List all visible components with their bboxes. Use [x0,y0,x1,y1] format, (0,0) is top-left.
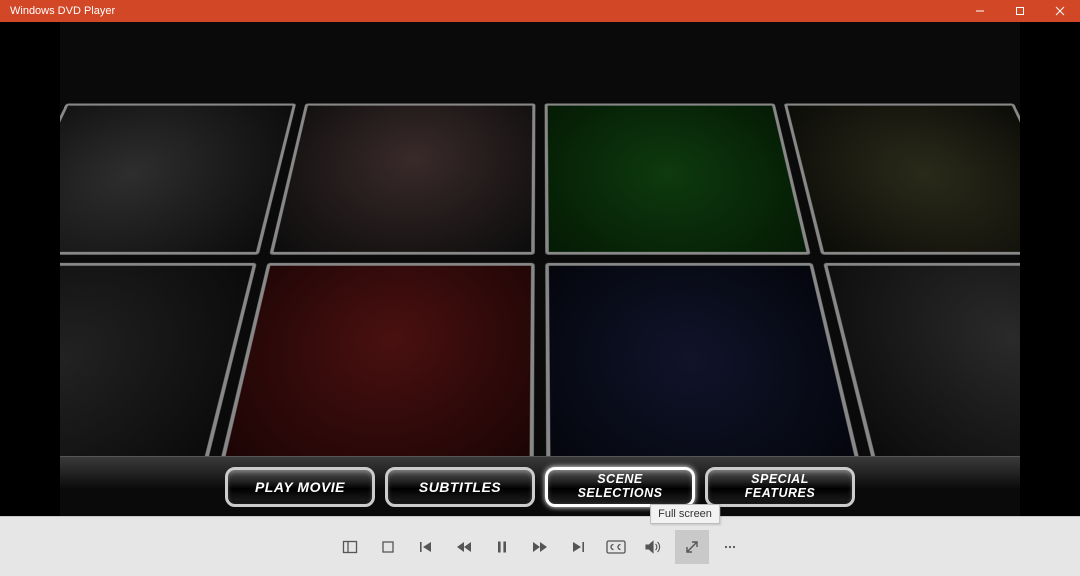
more-button[interactable] [713,530,747,564]
window-title: Windows DVD Player [10,5,960,17]
dvd-thumbnail [545,263,862,472]
fast-forward-button[interactable] [523,530,557,564]
video-area: PLAY MOVIE SUBTITLES SCENE SELECTIONS SP… [0,22,1080,516]
closed-captions-button[interactable] [599,530,633,564]
chapter-panel-button[interactable] [333,530,367,564]
player-controlbar: Full screen [0,516,1080,576]
volume-button[interactable] [637,530,671,564]
stop-button[interactable] [371,530,405,564]
dvd-thumbnail [218,263,535,472]
maximize-button[interactable] [1000,0,1040,22]
pause-button[interactable] [485,530,519,564]
rewind-button[interactable] [447,530,481,564]
scene-selections-button[interactable]: SCENE SELECTIONS [545,467,695,507]
subtitles-button[interactable]: SUBTITLES [385,467,535,507]
dvd-thumbnail [545,104,811,255]
close-button[interactable] [1040,0,1080,22]
titlebar: Windows DVD Player [0,0,1080,22]
play-movie-button[interactable]: PLAY MOVIE [225,467,375,507]
fullscreen-button[interactable]: Full screen [675,530,709,564]
next-button[interactable] [561,530,595,564]
special-features-button[interactable]: SPECIAL FEATURES [705,467,855,507]
dvd-thumbnail [60,104,296,255]
dvd-thumbnail [784,104,1020,255]
tooltip: Full screen [650,504,720,524]
dvd-menu-screen: PLAY MOVIE SUBTITLES SCENE SELECTIONS SP… [60,22,1020,516]
dvd-thumbnail [269,104,535,255]
dvd-menu-buttons: PLAY MOVIE SUBTITLES SCENE SELECTIONS SP… [60,456,1020,516]
minimize-button[interactable] [960,0,1000,22]
dvd-thumbnail-grid [60,104,1020,472]
previous-button[interactable] [409,530,443,564]
